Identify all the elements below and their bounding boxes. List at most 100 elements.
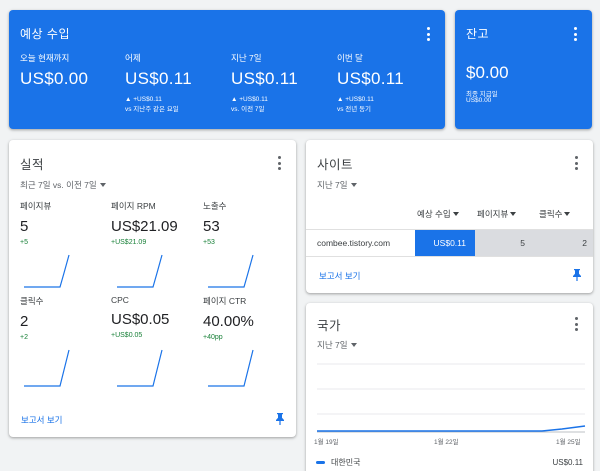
column-header-label: 페이지뷰 <box>477 209 509 219</box>
column-header-label: 예상 수입 <box>417 209 451 219</box>
metric-label: 페이지 RPM <box>111 201 156 211</box>
balance-last-payment-value: US$0.00 <box>466 97 492 104</box>
metric-delta: +5 <box>20 239 28 246</box>
earnings-last-7-days: 지난 7일 US$0.11 ▲ +US$0.11 vs. 이전 7일 <box>231 52 336 115</box>
more-options-icon[interactable] <box>575 156 579 170</box>
earnings-yesterday: 어제 US$0.11 ▲ +US$0.11 vs 지난주 같은 요일 <box>125 52 230 115</box>
caret-down-icon <box>452 212 459 216</box>
metric-label: CPC <box>111 295 129 305</box>
sites-card: 사이트 지난 7일 예상 수입 페이지뷰 클릭수 combee.tistory.… <box>306 140 593 293</box>
metric-delta: +53 <box>203 239 215 246</box>
sparkline-impressions <box>208 254 254 288</box>
metric-clicks[interactable]: 클릭수 2 +2 <box>20 295 110 341</box>
earnings-this-month: 이번 달 US$0.11 ▲ +US$0.11 vs 전년 동기 <box>337 52 442 115</box>
earnings-delta-comparison: vs 지난주 같은 요일 <box>125 106 179 113</box>
metric-label: 페이지뷰 <box>20 201 52 211</box>
series-line-korea <box>317 425 586 432</box>
metric-delta: +2 <box>20 334 28 341</box>
metric-value: US$21.09 <box>111 218 178 235</box>
legend-country-name: 대한민국 <box>331 457 361 467</box>
metric-label: 클릭수 <box>20 296 44 306</box>
more-options-icon[interactable] <box>427 27 431 41</box>
metric-value: 2 <box>20 313 29 330</box>
metric-page-ctr[interactable]: 페이지 CTR 40.00% +40pp <box>203 295 293 341</box>
earnings-value: US$0.11 <box>125 69 192 88</box>
more-options-icon[interactable] <box>574 27 578 41</box>
site-pageviews: 5 <box>475 230 533 256</box>
metric-value: US$0.05 <box>111 311 170 328</box>
date-range-label: 지난 7일 <box>317 180 348 190</box>
earnings-value: US$0.11 <box>231 69 298 88</box>
metric-label: 페이지 CTR <box>203 296 247 306</box>
earnings-delta-comparison: vs. 이전 7일 <box>231 106 265 113</box>
performance-title: 실적 <box>20 158 45 172</box>
column-header-clicks[interactable]: 클릭수 <box>539 208 571 220</box>
earnings-delta: ▲ +US$0.11 vs. 이전 7일 <box>231 95 336 115</box>
table-row[interactable]: combee.tistory.com US$0.11 5 2 <box>306 229 593 257</box>
sparkline-pageviews <box>24 254 70 288</box>
estimated-earnings-card: 예상 수입 오늘 현재까지 US$0.00 어제 US$0.11 ▲ +US$0… <box>9 10 445 129</box>
performance-card: 실적 최근 7일 vs. 이전 7일 페이지뷰 5 +5 페이지 RPM US$… <box>9 140 296 437</box>
earnings-delta-amount: ▲ +US$0.11 <box>125 96 162 103</box>
date-range-label: 최근 7일 vs. 이전 7일 <box>20 180 97 190</box>
metric-label: 노출수 <box>203 201 227 211</box>
view-report-link[interactable]: 보고서 보기 <box>21 414 62 426</box>
metric-page-rpm[interactable]: 페이지 RPM US$21.09 +US$21.09 <box>111 200 201 246</box>
earnings-delta: ▲ +US$0.11 vs 지난주 같은 요일 <box>125 95 230 115</box>
legend-swatch <box>316 460 325 464</box>
sparkline-clicks <box>24 349 70 387</box>
earnings-delta-amount: ▲ +US$0.11 <box>231 96 268 103</box>
earnings-label: 어제 <box>125 53 141 63</box>
metric-delta: +US$0.05 <box>111 332 143 339</box>
earnings-delta: ▲ +US$0.11 vs 전년 동기 <box>337 95 442 115</box>
metric-impressions[interactable]: 노출수 53 +53 <box>203 200 293 246</box>
column-header-earnings[interactable]: 예상 수입 <box>417 208 459 220</box>
pin-icon[interactable] <box>572 269 582 281</box>
caret-down-icon <box>510 212 517 216</box>
x-tick-label: 1월 22일 <box>434 439 459 446</box>
earnings-value: US$0.00 <box>20 69 89 88</box>
earnings-label: 오늘 현재까지 <box>20 53 70 63</box>
view-report-link[interactable]: 보고서 보기 <box>319 270 360 282</box>
more-options-icon[interactable] <box>278 156 282 170</box>
x-tick-label: 1월 25일 <box>556 439 581 446</box>
caret-down-icon <box>564 212 571 216</box>
date-range-label: 지난 7일 <box>317 340 348 350</box>
balance-title: 잔고 <box>466 27 490 41</box>
sparkline-page-rpm <box>117 254 163 288</box>
earnings-value: US$0.11 <box>337 69 404 88</box>
earnings-label: 지난 7일 <box>231 53 262 63</box>
caret-down-icon <box>99 183 106 187</box>
x-tick-label: 1월 19일 <box>314 439 339 446</box>
column-header-pageviews[interactable]: 페이지뷰 <box>477 208 517 220</box>
date-range-dropdown[interactable]: 지난 7일 <box>317 179 357 191</box>
site-name: combee.tistory.com <box>317 238 391 248</box>
balance-card: 잔고 $0.00 최종 지급일 US$0.00 <box>455 10 592 129</box>
metric-value: 5 <box>20 218 29 235</box>
metric-value: 53 <box>203 218 220 235</box>
metric-pageviews[interactable]: 페이지뷰 5 +5 <box>20 200 110 246</box>
legend-country-value: US$0.11 <box>552 457 583 467</box>
more-options-icon[interactable] <box>575 317 579 331</box>
earnings-label: 이번 달 <box>337 53 363 63</box>
metric-value: 40.00% <box>203 313 254 330</box>
sparkline-page-ctr <box>208 349 254 387</box>
countries-card: 국가 지난 7일 1월 19일 1월 22일 1월 25일 대한민국 US$0.… <box>306 303 593 471</box>
date-range-dropdown[interactable]: 최근 7일 vs. 이전 7일 <box>20 179 106 191</box>
site-clicks: 2 <box>533 230 593 256</box>
earnings-today: 오늘 현재까지 US$0.00 <box>20 52 125 89</box>
balance-value: $0.00 <box>466 63 509 82</box>
date-range-dropdown[interactable]: 지난 7일 <box>317 339 357 351</box>
countries-line-chart <box>317 363 586 433</box>
metric-delta: +40pp <box>203 334 223 341</box>
earnings-delta-amount: ▲ +US$0.11 <box>337 96 374 103</box>
caret-down-icon <box>350 183 357 187</box>
caret-down-icon <box>350 343 357 347</box>
estimated-earnings-title: 예상 수입 <box>20 27 70 41</box>
legend-item: 대한민국 US$0.11 <box>316 456 583 468</box>
metric-cpc[interactable]: CPC US$0.05 +US$0.05 <box>111 295 201 339</box>
site-earnings: US$0.11 <box>415 230 475 256</box>
metric-delta: +US$21.09 <box>111 239 147 246</box>
pin-icon[interactable] <box>275 413 285 425</box>
countries-title: 국가 <box>317 319 342 333</box>
